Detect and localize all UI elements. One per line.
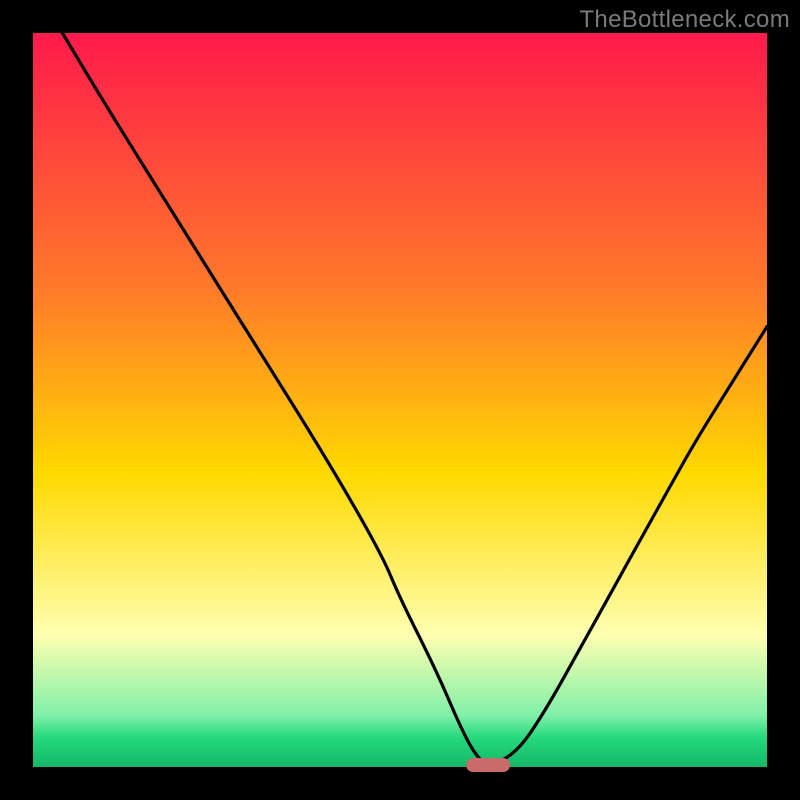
- chart-background-gradient: [33, 33, 767, 767]
- bottleneck-chart: TheBottleneck.com: [0, 0, 800, 800]
- optimum-marker: [466, 758, 510, 772]
- chart-svg: [0, 0, 800, 800]
- watermark-text: TheBottleneck.com: [579, 6, 790, 34]
